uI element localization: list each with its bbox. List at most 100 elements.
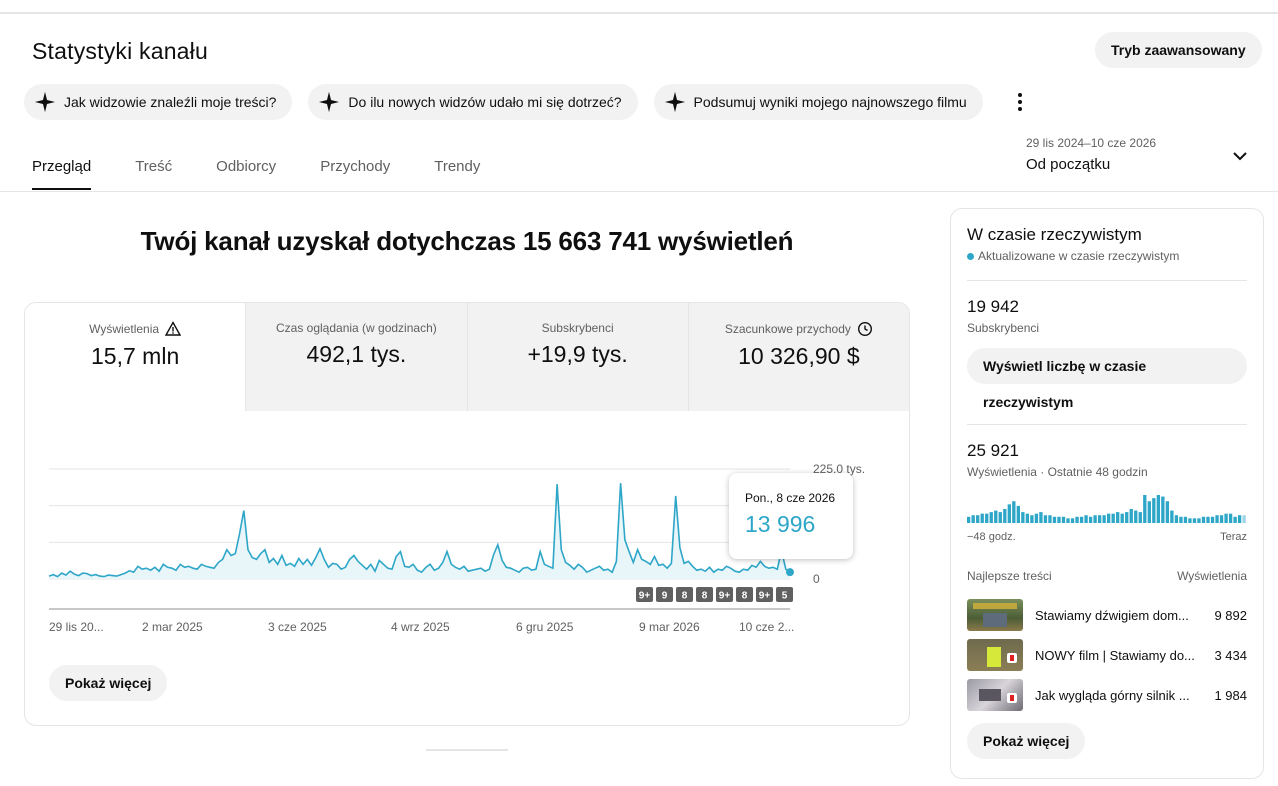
realtime-bar	[1143, 495, 1147, 523]
x-tick-label: 4 wrz 2025	[391, 620, 450, 634]
realtime-bar	[1134, 510, 1138, 523]
realtime-bar	[1125, 512, 1129, 523]
realtime-bar	[989, 512, 993, 523]
channel-views-headline: Twój kanał uzyskał dotychczas 15 663 741…	[140, 226, 794, 256]
video-views: 9 892	[1214, 607, 1247, 623]
chip-label: Do ilu nowych widzów udało mi się dotrze…	[348, 94, 622, 110]
chip-latest-video-summary[interactable]: Podsumuj wyniki mojego najnowszego filmu	[653, 84, 983, 120]
chart-tooltip: Pon., 8 cze 2026 13 996	[729, 473, 853, 559]
realtime-bar	[1219, 515, 1224, 523]
realtime-bar	[1152, 498, 1156, 523]
list-item[interactable]: Stawiamy dźwigiem dom... 9 892	[967, 599, 1247, 631]
chip-discovery[interactable]: Jak widzowie znaleźli moje treści?	[24, 84, 293, 120]
realtime-bar	[1129, 509, 1133, 523]
metric-watch-time[interactable]: Czas oglądania (w godzinach) 492,1 tys.	[245, 303, 467, 411]
realtime-bar	[1012, 501, 1016, 523]
sparkle-icon	[34, 91, 56, 113]
realtime-bar	[1197, 518, 1201, 523]
metric-subscribers[interactable]: Subskrybenci +19,9 tys.	[466, 303, 688, 411]
realtime-bar	[1201, 516, 1206, 523]
realtime-bar	[1206, 516, 1210, 523]
metric-label: Czas oglądania (w godzinach)	[275, 321, 437, 335]
realtime-bar	[1228, 513, 1233, 523]
realtime-bar	[1179, 516, 1183, 523]
y-tick-label: 0	[813, 572, 820, 586]
chip-label: Jak widzowie znaleźli moje treści?	[64, 94, 277, 110]
axis-right-label: Teraz	[1220, 531, 1247, 543]
upload-count-badge-label: 8	[702, 591, 708, 602]
realtime-bar	[1165, 501, 1170, 523]
chip-new-viewers[interactable]: Do ilu nowych widzów udało mi się dotrze…	[308, 84, 638, 120]
realtime-show-more-button[interactable]: Pokaż więcej	[967, 723, 1086, 759]
realtime-bar	[1003, 509, 1007, 523]
date-range-dates: 29 lis 2024–10 cze 2026	[1026, 136, 1157, 150]
metric-value: +19,9 tys.	[527, 341, 628, 367]
realtime-bar	[1075, 516, 1079, 523]
tab-revenue[interactable]: Przychody	[320, 150, 390, 190]
show-more-button[interactable]: Pokaż więcej	[49, 665, 168, 701]
realtime-bar	[1138, 512, 1142, 523]
realtime-bar	[1147, 501, 1151, 523]
realtime-bar	[1161, 496, 1165, 523]
top-content-views-label: Wyświetlenia	[1177, 569, 1247, 583]
upload-count-badge-label: 8	[742, 591, 748, 602]
video-title: Stawiamy dźwigiem dom...	[1035, 607, 1189, 623]
date-range-picker[interactable]: 29 lis 2024–10 cze 2026 Od początku	[1026, 136, 1254, 173]
date-range-period: Od początku	[1026, 156, 1111, 173]
realtime-bar	[1016, 505, 1020, 523]
metric-views[interactable]: Wyświetlenia 15,7 mln	[25, 303, 246, 411]
realtime-bar	[1066, 518, 1070, 523]
realtime-bar	[1043, 515, 1048, 523]
x-tick-label: 3 cze 2025	[268, 620, 327, 634]
realtime-bar	[1048, 515, 1052, 523]
realtime-bar	[980, 513, 984, 523]
sparkle-icon	[664, 91, 685, 113]
divider	[967, 280, 1247, 281]
realtime-bar	[1233, 516, 1237, 523]
realtime-bar	[1156, 495, 1160, 523]
realtime-bar	[1188, 518, 1192, 523]
realtime-bar	[1242, 515, 1246, 523]
tooltip-value: 13 996	[745, 511, 816, 537]
tab-trends[interactable]: Trendy	[434, 150, 480, 190]
realtime-bar	[1084, 515, 1088, 523]
realtime-subtitle-text: Aktualizowane w czasie rzeczywistym	[978, 249, 1180, 263]
video-views: 3 434	[1214, 647, 1247, 663]
live-count-button[interactable]: Wyświetl liczbę w czasie rzeczywistym	[967, 348, 1247, 410]
tab-content[interactable]: Treść	[135, 150, 172, 190]
realtime-bar-chart[interactable]	[967, 493, 1247, 523]
metric-value: 10 326,90 $	[738, 343, 860, 369]
tab-overview[interactable]: Przegląd	[32, 150, 92, 190]
realtime-panel: W czasie rzeczywistym Aktualizowane w cz…	[950, 208, 1264, 779]
realtime-views-value: 25 921	[967, 441, 1019, 460]
realtime-bar	[1007, 504, 1011, 523]
list-item[interactable]: NOWY film | Stawiamy do... 3 434	[967, 639, 1247, 671]
realtime-bar	[1057, 516, 1061, 523]
clock-icon[interactable]	[857, 321, 873, 337]
advanced-mode-button[interactable]: Tryb zaawansowany	[1095, 32, 1262, 68]
more-options-icon[interactable]	[1010, 88, 1030, 116]
video-title: NOWY film | Stawiamy do...	[1035, 647, 1195, 663]
realtime-bar	[1079, 516, 1084, 523]
realtime-title: W czasie rzeczywistym	[967, 225, 1142, 244]
realtime-bar	[976, 515, 980, 523]
metric-tabs: Wyświetlenia 15,7 mln Czas oglądania (w …	[25, 303, 909, 411]
realtime-subscribers-value: 19 942	[967, 297, 1019, 316]
warning-icon[interactable]	[165, 321, 182, 337]
realtime-subtitle: Aktualizowane w czasie rzeczywistym	[967, 249, 1247, 263]
realtime-bar	[967, 516, 971, 523]
page-title: Statystyki kanału	[32, 38, 208, 64]
realtime-bar	[1116, 512, 1120, 523]
list-item[interactable]: Jak wygląda górny silnik ... 1 984	[967, 679, 1247, 711]
metric-revenue[interactable]: Szacunkowe przychody 10 326,90 $	[687, 303, 909, 411]
realtime-bar	[1052, 516, 1057, 523]
video-thumbnail	[967, 679, 1023, 711]
tab-audience[interactable]: Odbiorcy	[216, 150, 276, 190]
realtime-bar	[1030, 515, 1034, 523]
realtime-bar	[1192, 518, 1197, 523]
upload-count-badge-label: 9+	[719, 591, 731, 602]
realtime-bar	[1174, 515, 1179, 523]
video-title: Jak wygląda górny silnik ...	[1035, 687, 1190, 703]
x-tick-label: 6 gru 2025	[516, 620, 574, 634]
tabs-divider	[0, 191, 1278, 192]
